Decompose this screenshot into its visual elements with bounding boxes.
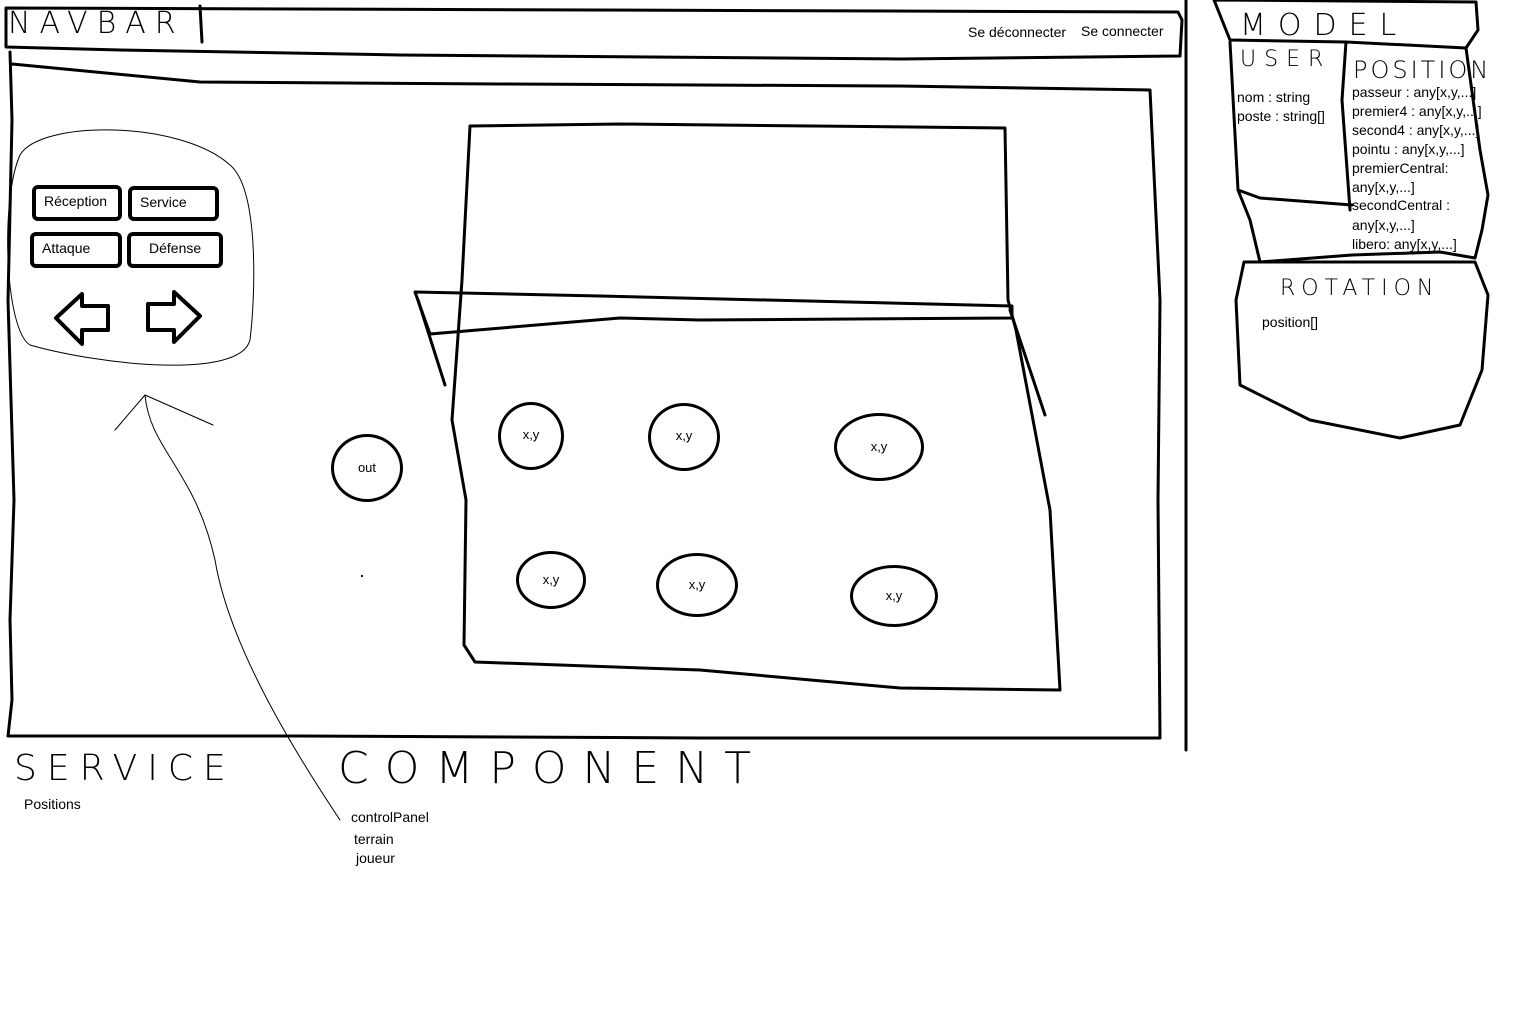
player-4-label: x,y	[542, 572, 560, 587]
player-1-label: x,y	[522, 427, 540, 442]
player-5[interactable]: x,y	[656, 553, 738, 617]
component-item-joueur: joueur	[356, 850, 395, 866]
user-model-heading: USER	[1240, 47, 1332, 72]
position-field-second4: second4 : any[x,y,...]	[1352, 122, 1480, 138]
player-6-label: x,y	[885, 588, 903, 603]
player-6[interactable]: x,y	[850, 565, 938, 627]
attaque-button[interactable]: Attaque	[30, 232, 122, 268]
arrow-left-icon[interactable]	[52, 292, 112, 346]
player-2-label: x,y	[675, 428, 693, 443]
model-heading: MODEL	[1240, 8, 1409, 43]
login-link[interactable]: Se connecter	[1081, 23, 1164, 39]
wireframe-strokes	[4, 0, 1490, 821]
service-heading: SERVICE	[14, 748, 236, 789]
position-field-secondcentral-type: any[x,y,...]	[1352, 217, 1415, 233]
player-1[interactable]: x,y	[498, 402, 564, 470]
navbar-title: NAVBAR	[8, 6, 185, 41]
logout-link[interactable]: Se déconnecter	[968, 24, 1066, 40]
position-field-libero: libero: any[x,y,...]	[1352, 236, 1457, 252]
player-3[interactable]: x,y	[834, 413, 924, 481]
user-field-nom: nom : string	[1237, 89, 1311, 105]
rotation-model-heading: ROTATION	[1280, 276, 1440, 301]
component-heading: COMPONENT	[338, 743, 767, 794]
player-3-label: x,y	[870, 439, 888, 454]
player-2[interactable]: x,y	[648, 403, 720, 471]
position-field-premiercentral: premierCentral:	[1352, 160, 1449, 176]
arrow-right-icon[interactable]	[144, 290, 204, 344]
position-field-pointu: pointu : any[x,y,...]	[1352, 141, 1465, 157]
component-item-controlpanel: controlPanel	[351, 809, 429, 825]
user-field-poste: poste : string[]	[1237, 108, 1325, 124]
out-label: out	[357, 460, 377, 475]
position-field-secondcentral: secondCentral :	[1352, 197, 1451, 213]
position-field-premier4: premier4 : any[x,y,...]	[1352, 103, 1482, 119]
player-5-label: x,y	[688, 577, 706, 592]
service-button[interactable]: Service	[128, 186, 219, 221]
service-item-positions: Positions	[24, 796, 81, 812]
position-model-heading: POSITION	[1353, 56, 1492, 84]
reception-button[interactable]: Réception	[32, 185, 122, 221]
position-field-premiercentral-type: any[x,y,...]	[1352, 179, 1415, 195]
rotation-field-position: position[]	[1262, 314, 1319, 330]
player-4[interactable]: x,y	[516, 551, 586, 609]
out-player[interactable]: out	[331, 434, 403, 502]
defense-button[interactable]: Défense	[127, 232, 223, 268]
position-field-passeur: passeur : any[x,y,...]	[1352, 84, 1477, 100]
component-item-terrain: terrain	[354, 831, 394, 847]
